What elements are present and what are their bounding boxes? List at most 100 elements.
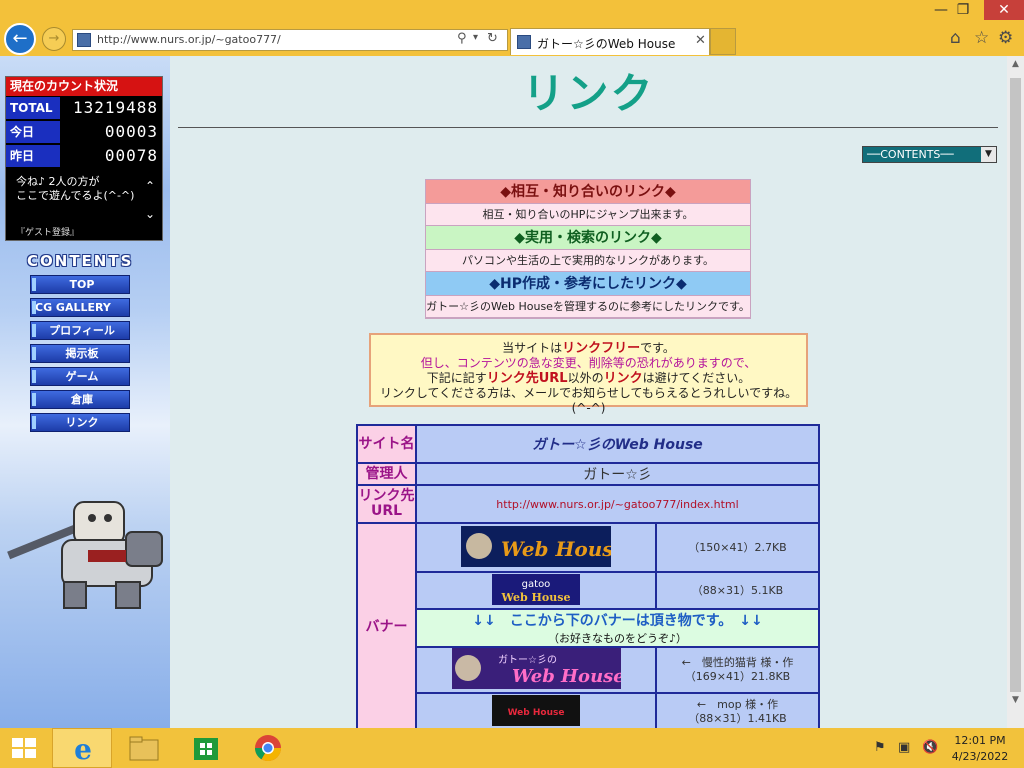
counter-label: 今日 xyxy=(6,121,60,143)
back-button[interactable]: ← xyxy=(4,23,36,55)
nav-profile-button[interactable]: プロフィール xyxy=(30,321,130,340)
counter-value: 00003 xyxy=(104,122,158,141)
action-center-flag-icon[interactable]: ⚑ xyxy=(874,740,886,755)
banner-text: ガトー☆彡の xyxy=(498,654,557,666)
notice-text: 当サイトは xyxy=(502,341,563,355)
gift-heading: ↓↓ ここから下のバナーは頂き物です。 ↓↓ xyxy=(472,613,763,629)
category-mutual-link[interactable]: ◆相互・知り合いのリンク◆ xyxy=(426,180,750,204)
counter-value: 00078 xyxy=(104,146,158,165)
home-icon[interactable]: ⌂ xyxy=(950,28,961,48)
nav-top-button[interactable]: TOP xyxy=(30,275,130,294)
notice-text: 以外の xyxy=(567,371,604,385)
category-search-link[interactable]: ◆実用・検索のリンク◆ xyxy=(426,226,750,250)
forward-button[interactable]: → xyxy=(42,27,66,51)
link-policy-notice: 当サイトはリンクフリーです。 但し、コンテンツの急な変更、削除等の恐れがあります… xyxy=(369,333,808,415)
category-description: パソコンや生活の上で実用的なリンクがあります。 xyxy=(426,250,750,272)
store-icon[interactable] xyxy=(176,728,236,768)
refresh-icon[interactable]: ↻ xyxy=(487,31,498,46)
admin-value: ガトー☆彡 xyxy=(415,462,820,486)
chevron-down-icon[interactable]: ⌄ xyxy=(145,207,155,221)
counter-row-today: 今日 00003 xyxy=(6,121,162,143)
browser-tab[interactable]: ガトー☆彡のWeb House ✕ xyxy=(510,28,710,55)
notice-text: は避けてください。 xyxy=(642,371,751,385)
clock-date[interactable]: 4/23/2022 xyxy=(950,750,1010,763)
banner-author: ← 慢性的猫背 様・作 xyxy=(681,656,794,669)
address-bar[interactable]: http://www.nurs.or.jp/~gatoo777/ ⚲ ▾ ↻ xyxy=(72,29,508,51)
category-description: ガトー☆彡のWeb Houseを管理するのに参考にしたリンクです。 xyxy=(426,296,750,318)
link-category-table: ◆相互・知り合いのリンク◆ 相互・知り合いのHPにジャンプ出来ます。 ◆実用・検… xyxy=(425,179,751,319)
banner-text: gatoo xyxy=(522,579,551,590)
online-message-line: ここで遊んでるよ(^-^) xyxy=(16,189,135,202)
banner-text: Web House xyxy=(512,666,621,687)
nav-warehouse-button[interactable]: 倉庫 xyxy=(30,390,130,409)
ie-logo-icon: e xyxy=(74,733,92,766)
banner-text: Web House xyxy=(501,537,611,561)
gift-subheading: （お好きなものをどうぞ♪） xyxy=(547,632,688,645)
banner-cell: Web House xyxy=(415,522,657,573)
category-description: 相互・知り合いのHPにジャンプ出来ます。 xyxy=(426,204,750,226)
internet-explorer-icon[interactable]: e xyxy=(52,728,112,768)
network-icon[interactable]: ▣ xyxy=(898,740,910,755)
close-button[interactable]: ✕ xyxy=(984,0,1024,20)
counter-value: 13219488 xyxy=(72,98,158,117)
banner-image-150x41[interactable]: Web House xyxy=(461,525,611,567)
nav-cg-gallery-button[interactable]: CG GALLERY xyxy=(30,298,130,317)
vertical-scrollbar[interactable]: ▲ ▼ xyxy=(1007,56,1024,728)
tab-favicon-icon xyxy=(517,35,531,49)
folder-icon xyxy=(129,736,159,761)
banner-cell: Web House xyxy=(415,692,657,728)
page-title: リンク xyxy=(522,69,655,118)
guest-register-link[interactable]: 『ゲスト登録』 xyxy=(16,225,79,238)
notice-line: 但し、コンテンツの急な変更、削除等の恐れがありますので、 xyxy=(420,356,757,370)
nav-game-button[interactable]: ゲーム xyxy=(30,367,130,386)
banner-cell: ガトー☆彡の Web House xyxy=(415,646,657,694)
nav-bbs-button[interactable]: 掲示板 xyxy=(30,344,130,363)
chevron-up-icon[interactable]: ⌃ xyxy=(145,179,155,193)
banner-label: バナー xyxy=(356,522,417,728)
url-label: リンク先URL xyxy=(356,484,417,524)
volume-muted-icon[interactable]: 🔇 xyxy=(922,740,938,755)
notice-line: リンクしてくださる方は、メールでお知らせしてもらえるとうれしいですね。(^-^) xyxy=(379,386,798,415)
link-url-value[interactable]: http://www.nurs.or.jp/~gatoo777/index.ht… xyxy=(415,484,820,524)
windows-start-icon[interactable] xyxy=(10,736,38,760)
banner-size: （88×31）5.1KB xyxy=(655,571,820,610)
contents-select[interactable]: ──CONTENTS── ▼ xyxy=(862,146,997,163)
banner-image-88x31[interactable]: gatoo Web House xyxy=(492,573,580,605)
robot-mascot-image xyxy=(7,501,163,609)
category-reference-link[interactable]: ◆HP作成・参考にしたリンク◆ xyxy=(426,272,750,296)
address-url[interactable]: http://www.nurs.or.jp/~gatoo777/ xyxy=(97,33,281,46)
file-explorer-icon[interactable] xyxy=(114,728,174,768)
notice-line: 当サイトはリンクフリーです。 xyxy=(371,341,806,356)
banner-cell: gatoo Web House xyxy=(415,571,657,610)
gift-banner-image-169x41[interactable]: ガトー☆彡の Web House xyxy=(451,648,621,689)
notice-emphasis: リンクフリー xyxy=(562,341,641,356)
divider xyxy=(178,127,998,128)
tab-title: ガトー☆彡のWeb House xyxy=(537,37,676,51)
chrome-icon[interactable] xyxy=(238,728,298,768)
banner-size: （150×41）2.7KB xyxy=(655,522,820,573)
nav-link-button[interactable]: リンク xyxy=(30,413,130,432)
tab-close-icon[interactable]: ✕ xyxy=(695,33,706,48)
access-counter: 現在のカウント状況 TOTAL 13219488 今日 00003 昨日 000… xyxy=(5,76,163,241)
new-tab-button[interactable] xyxy=(710,28,736,55)
counter-label: TOTAL xyxy=(6,97,60,119)
star-icon[interactable]: ☆ xyxy=(974,28,989,48)
gear-icon[interactable]: ⚙ xyxy=(998,28,1013,48)
search-icon[interactable]: ⚲ xyxy=(457,31,467,46)
contents-select-value: ──CONTENTS── xyxy=(867,148,954,161)
chevron-down-icon[interactable]: ▼ xyxy=(981,147,996,162)
counter-label: 昨日 xyxy=(6,145,60,167)
scroll-up-icon[interactable]: ▲ xyxy=(1007,56,1024,73)
counter-title: 現在のカウント状況 xyxy=(6,77,162,96)
left-frame: 現在のカウント状況 TOTAL 13219488 今日 00003 昨日 000… xyxy=(0,56,170,728)
maximize-button[interactable]: ❐ xyxy=(946,0,980,20)
address-dropdown-icon[interactable]: ▾ xyxy=(473,32,478,43)
clock-time[interactable]: 12:01 PM xyxy=(950,734,1010,747)
online-message-line: 今ね♪ 2人の方が xyxy=(16,175,100,188)
gift-banner-image-88x31[interactable]: Web House xyxy=(492,695,580,726)
scroll-down-icon[interactable]: ▼ xyxy=(1007,692,1024,709)
admin-label: 管理人 xyxy=(356,462,417,486)
scrollbar-thumb[interactable] xyxy=(1010,78,1021,692)
banner-author: ← mop 様・作 xyxy=(696,698,779,711)
notice-text: 下記に記す xyxy=(426,371,487,385)
